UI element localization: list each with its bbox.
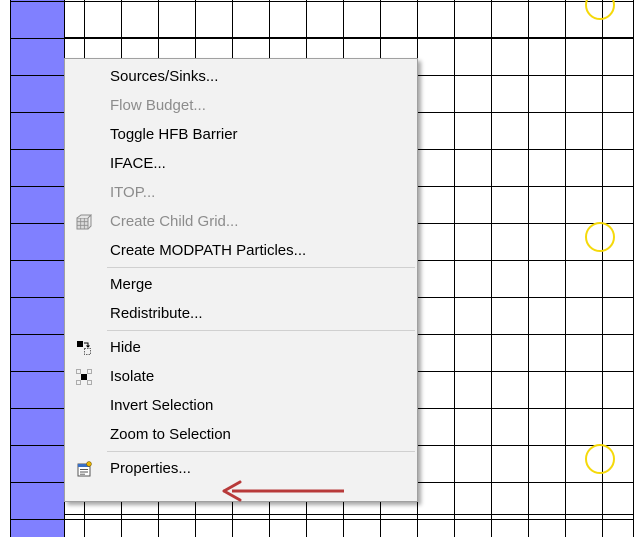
menu-item-itop[interactable]: ITOP...	[65, 178, 417, 207]
menu-item-zoom-to-selection[interactable]: Zoom to Selection	[65, 420, 417, 449]
well-marker-icon[interactable]	[585, 222, 615, 252]
menu-item-label: Toggle HFB Barrier	[110, 126, 238, 143]
view-border-right	[633, 0, 634, 537]
menu-separator	[107, 451, 415, 452]
menu-item-label: Invert Selection	[110, 397, 214, 414]
menu-item-label: Redistribute...	[110, 305, 203, 322]
menu-item-flow-budget[interactable]: Flow Budget...	[65, 91, 417, 120]
menu-item-label: Flow Budget...	[110, 97, 206, 114]
menu-separator	[107, 330, 415, 331]
menu-item-label: Sources/Sinks...	[110, 68, 219, 85]
menu-item-redistribute[interactable]: Redistribute...	[65, 299, 417, 328]
menu-item-label: Isolate	[110, 368, 155, 385]
hide-icon	[77, 341, 91, 355]
menu-item-sources-sinks[interactable]: Sources/Sinks...	[65, 62, 417, 91]
grid-row-divider	[65, 514, 634, 515]
menu-item-label: Create MODPATH Particles...	[110, 242, 307, 259]
menu-item-label: Hide	[110, 339, 141, 356]
menu-item-label: ITOP...	[110, 184, 156, 201]
properties-icon	[77, 461, 92, 477]
menu-separator	[107, 267, 415, 268]
menu-item-label: Properties...	[110, 460, 191, 477]
menu-item-label: Create Child Grid...	[110, 213, 239, 230]
boundary-cell-column	[10, 0, 65, 537]
menu-item-label: Merge	[110, 276, 153, 293]
menu-item-invert-selection[interactable]: Invert Selection	[65, 391, 417, 420]
menu-item-toggle-hfb-barrier[interactable]: Toggle HFB Barrier	[65, 120, 417, 149]
menu-item-iface[interactable]: IFACE...	[65, 149, 417, 178]
menu-item-properties[interactable]: Properties...	[65, 454, 417, 483]
menu-item-label: IFACE...	[110, 155, 166, 172]
context-menu: Sources/Sinks... Flow Budget... Toggle H…	[64, 58, 418, 502]
menu-item-create-modpath-particles[interactable]: Create MODPATH Particles...	[65, 236, 417, 265]
child-grid-icon	[76, 214, 92, 230]
menu-item-create-child-grid[interactable]: Create Child Grid...	[65, 207, 417, 236]
isolate-icon	[76, 369, 92, 385]
menu-item-isolate[interactable]: Isolate	[65, 362, 417, 391]
annotation-arrow-icon	[222, 480, 344, 502]
view-border-left	[10, 0, 11, 537]
well-marker-icon[interactable]	[585, 444, 615, 474]
menu-item-hide[interactable]: Hide	[65, 333, 417, 362]
menu-item-merge[interactable]: Merge	[65, 270, 417, 299]
menu-item-label: Zoom to Selection	[110, 426, 231, 443]
grid-row-divider	[65, 37, 634, 38]
